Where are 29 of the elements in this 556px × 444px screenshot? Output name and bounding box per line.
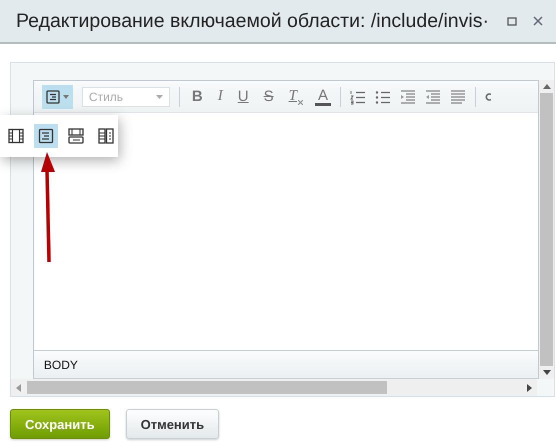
numbered-list-icon[interactable] [350, 88, 366, 104]
scroll-right-icon[interactable] [527, 384, 532, 392]
element-path[interactable]: BODY [44, 358, 78, 372]
visual-view-icon [46, 90, 60, 104]
justify-icon[interactable] [450, 88, 466, 104]
save-button[interactable]: Сохранить [10, 409, 110, 439]
bullet-list-icon[interactable] [374, 88, 391, 104]
horizontal-scrollbar[interactable] [11, 379, 537, 396]
scroll-down-icon[interactable] [542, 370, 551, 375]
cross-icon [298, 100, 303, 105]
underline-button[interactable]: U [234, 88, 252, 105]
caret-icon [156, 94, 163, 98]
strikethrough-button[interactable]: S [260, 88, 277, 105]
style-select[interactable]: Стиль [82, 86, 170, 106]
scroll-up-icon[interactable] [542, 84, 551, 89]
clear-format-button[interactable]: T [286, 88, 306, 105]
italic-button[interactable]: I [214, 88, 226, 105]
maximize-icon[interactable] [506, 15, 518, 27]
visual-view-icon[interactable] [34, 124, 58, 148]
vertical-scrollbar[interactable] [539, 80, 554, 379]
bold-button[interactable]: B [188, 88, 206, 105]
close-icon[interactable] [532, 15, 544, 27]
indent-icon[interactable] [400, 88, 416, 104]
cancel-button[interactable]: Отменить [126, 409, 220, 439]
outdent-icon[interactable] [424, 88, 441, 104]
mode-button[interactable] [42, 84, 73, 108]
window-title: Редактирование включаемой области: /include/invis· [16, 10, 490, 32]
caret-icon [62, 94, 69, 98]
text-color-button[interactable]: A [314, 88, 331, 106]
